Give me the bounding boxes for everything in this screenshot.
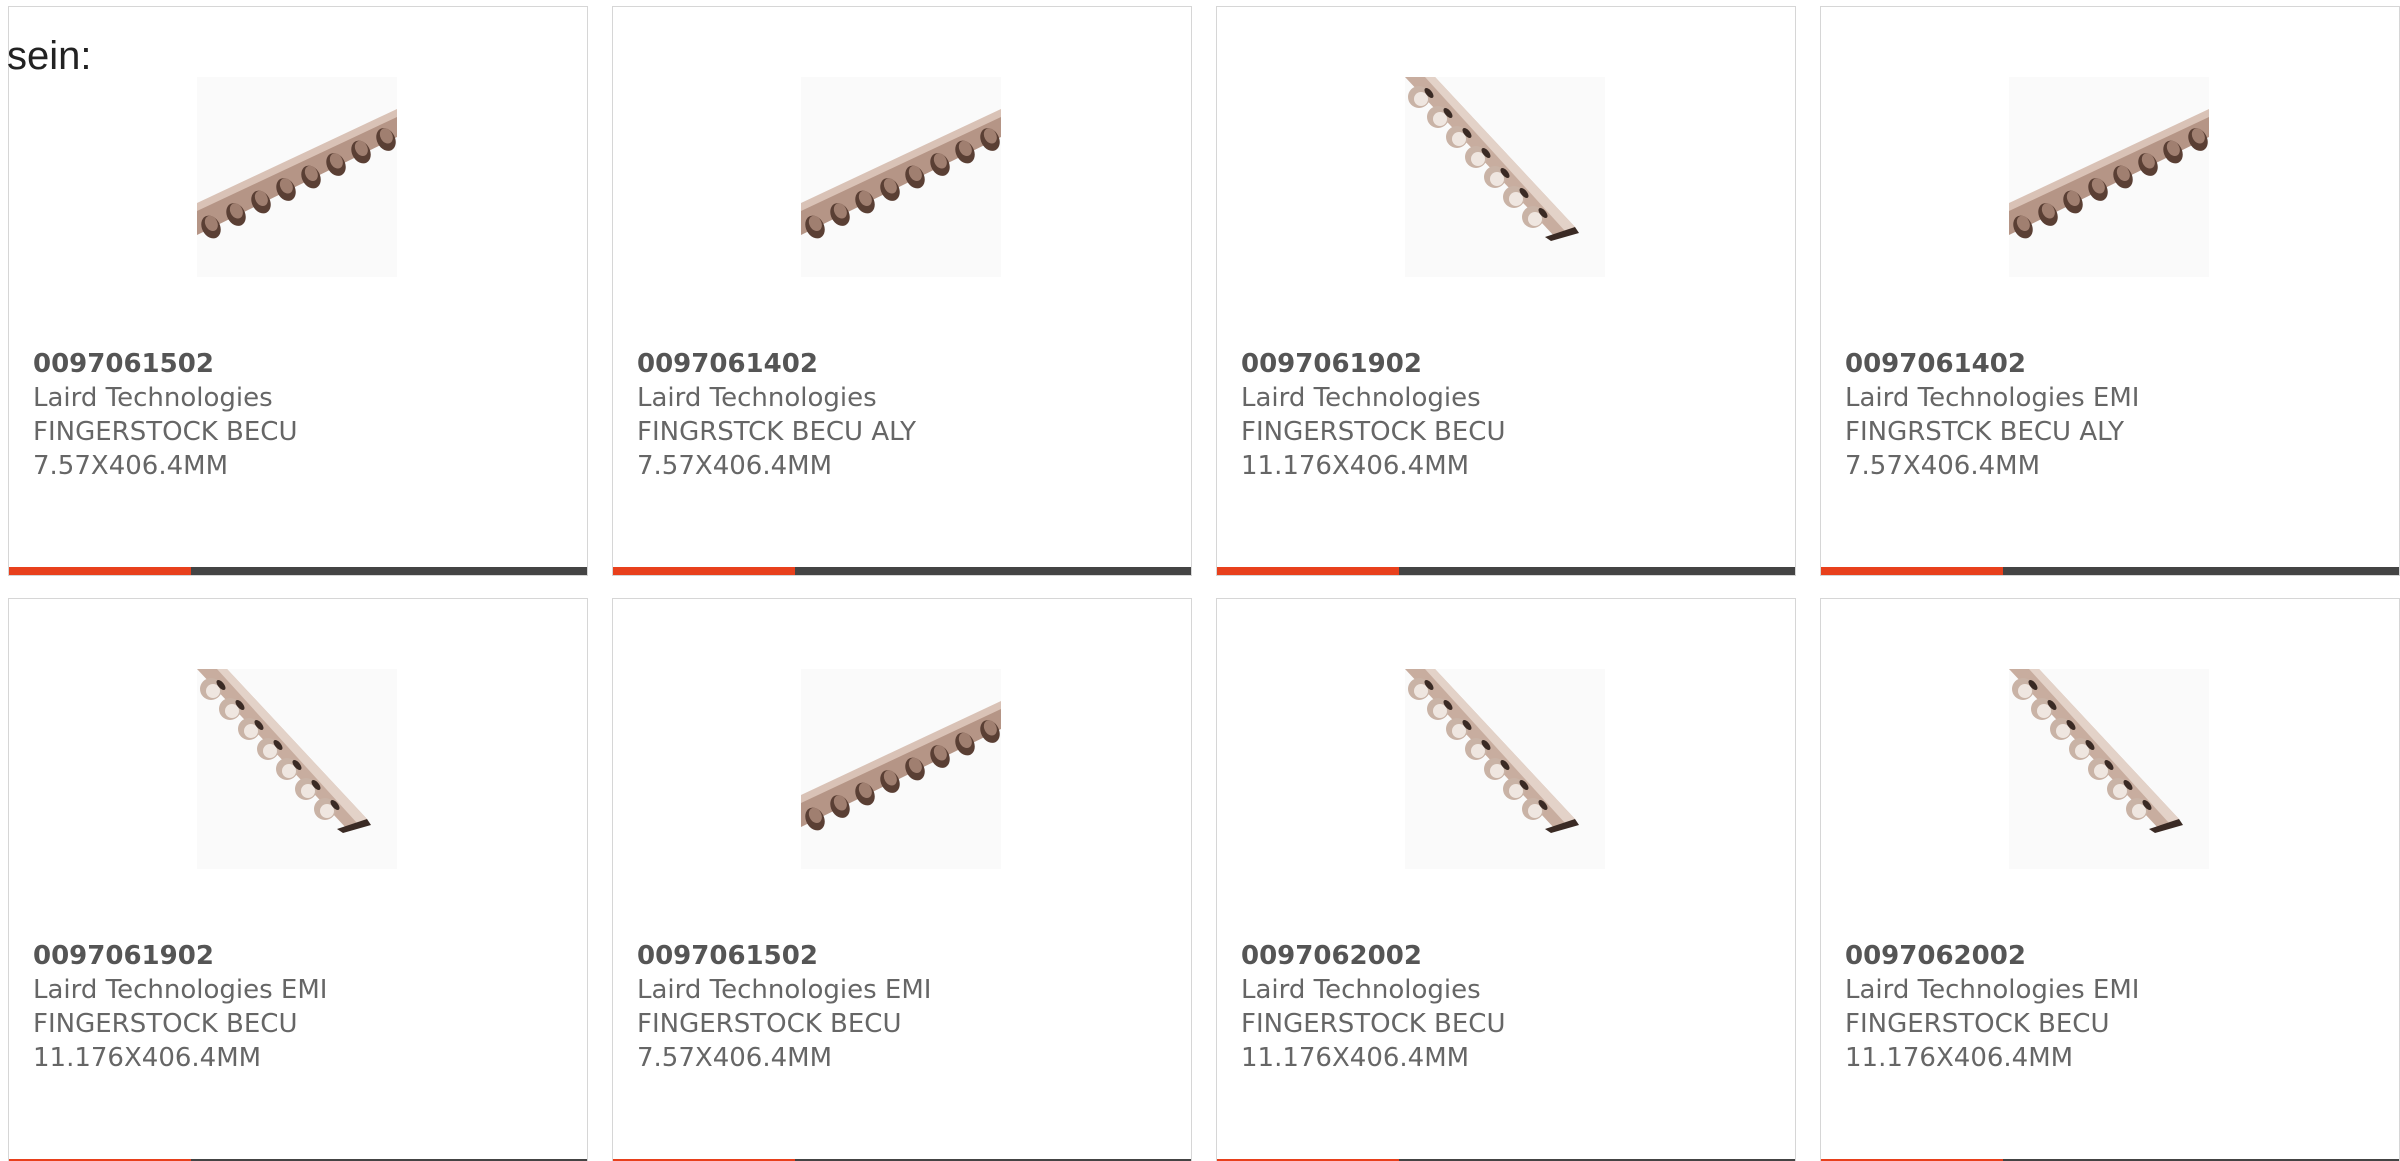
part-number[interactable]: 0097061502: [33, 347, 573, 381]
product-card[interactable]: 0097061902 Laird Technologies EMI FINGERST…: [8, 598, 588, 1161]
card-bottom-bar: [1821, 567, 2399, 575]
product-dimensions: 7.57X406.4MM: [1845, 451, 2040, 481]
card-accent-bar: [1821, 567, 2003, 575]
manufacturer-name: Laird Technologies: [1241, 975, 1481, 1005]
part-number[interactable]: 0097061402: [1845, 347, 2385, 381]
product-dimensions: 7.57X406.4MM: [33, 451, 228, 481]
manufacturer-name: Laird Technologies EMI: [1845, 975, 2140, 1005]
product-info: 0097061402 Laird Technologies EMI FINGRSTC…: [1845, 347, 2385, 483]
product-info: 0097062002 Laird Technologies EMI FINGERST…: [1845, 939, 2385, 1075]
product-dimensions: 11.176X406.4MM: [1241, 451, 1470, 481]
product-card[interactable]: 0097061402 Laird Technologies FINGRSTCK BE…: [612, 6, 1192, 576]
product-description: FINGERSTOCK BECU: [1241, 417, 1506, 447]
product-description: FINGRSTCK BECU ALY: [637, 417, 917, 447]
manufacturer-name: Laird Technologies EMI: [637, 975, 932, 1005]
product-dimensions: 7.57X406.4MM: [637, 1043, 832, 1073]
part-number[interactable]: 0097061902: [1241, 347, 1781, 381]
product-description: FINGERSTOCK BECU: [33, 1009, 298, 1039]
product-card[interactable]: 0097062002 Laird Technologies EMI FINGERST…: [1820, 598, 2400, 1161]
fingerstock-horizontal-icon[interactable]: [2009, 77, 2209, 277]
card-bottom-bar: [1217, 567, 1795, 575]
product-description: FINGERSTOCK BECU: [1845, 1009, 2110, 1039]
manufacturer-name: Laird Technologies: [1241, 383, 1481, 413]
fingerstock-diagonal-icon[interactable]: [1405, 77, 1605, 277]
fingerstock-horizontal-icon[interactable]: [801, 77, 1001, 277]
product-info: 0097061502 Laird Technologies EMI FINGERST…: [637, 939, 1177, 1075]
fingerstock-diagonal-icon[interactable]: [197, 669, 397, 869]
card-accent-bar: [1217, 567, 1399, 575]
product-info: 0097061902 Laird Technologies EMI FINGERST…: [33, 939, 573, 1075]
part-number[interactable]: 0097061402: [637, 347, 1177, 381]
part-number[interactable]: 0097061902: [33, 939, 573, 973]
product-dimensions: 7.57X406.4MM: [637, 451, 832, 481]
product-card[interactable]: 0097061502 Laird Technologies EMI FINGERST…: [612, 598, 1192, 1161]
product-description: FINGERSTOCK BECU: [33, 417, 298, 447]
product-card[interactable]: 0097061902 Laird Technologies FINGERSTOCK …: [1216, 6, 1796, 576]
fingerstock-horizontal-icon[interactable]: [197, 77, 397, 277]
product-card[interactable]: 0097061502 Laird Technologies FINGERSTOCK …: [8, 6, 588, 576]
product-info: 0097061502 Laird Technologies FINGERSTOCK …: [33, 347, 573, 483]
card-bottom-bar: [9, 567, 587, 575]
product-dimensions: 11.176X406.4MM: [1241, 1043, 1470, 1073]
manufacturer-name: Laird Technologies: [33, 383, 273, 413]
part-number[interactable]: 0097062002: [1845, 939, 2385, 973]
manufacturer-name: Laird Technologies EMI: [1845, 383, 2140, 413]
card-bottom-bar: [613, 567, 1191, 575]
product-grid: 0097061502 Laird Technologies FINGERSTOCK …: [8, 6, 2400, 1161]
manufacturer-name: Laird Technologies: [637, 383, 877, 413]
product-info: 0097061902 Laird Technologies FINGERSTOCK …: [1241, 347, 1781, 483]
product-dimensions: 11.176X406.4MM: [1845, 1043, 2074, 1073]
product-card[interactable]: 0097062002 Laird Technologies FINGERSTOCK …: [1216, 598, 1796, 1161]
product-description: FINGRSTCK BECU ALY: [1845, 417, 2125, 447]
fingerstock-diagonal-icon[interactable]: [1405, 669, 1605, 869]
product-card[interactable]: 0097061402 Laird Technologies EMI FINGRSTC…: [1820, 6, 2400, 576]
part-number[interactable]: 0097061502: [637, 939, 1177, 973]
fingerstock-diagonal-icon[interactable]: [2009, 669, 2209, 869]
product-info: 0097061402 Laird Technologies FINGRSTCK BE…: [637, 347, 1177, 483]
product-dimensions: 11.176X406.4MM: [33, 1043, 262, 1073]
fingerstock-horizontal-icon[interactable]: [801, 669, 1001, 869]
product-description: FINGERSTOCK BECU: [637, 1009, 902, 1039]
part-number[interactable]: 0097062002: [1241, 939, 1781, 973]
product-page: sein: 0097061502 Laird Technologies FINGER…: [0, 0, 2400, 1161]
product-description: FINGERSTOCK BECU: [1241, 1009, 1506, 1039]
manufacturer-name: Laird Technologies EMI: [33, 975, 328, 1005]
card-accent-bar: [613, 567, 795, 575]
intro-text: sein:: [7, 34, 92, 78]
card-accent-bar: [9, 567, 191, 575]
product-info: 0097062002 Laird Technologies FINGERSTOCK …: [1241, 939, 1781, 1075]
